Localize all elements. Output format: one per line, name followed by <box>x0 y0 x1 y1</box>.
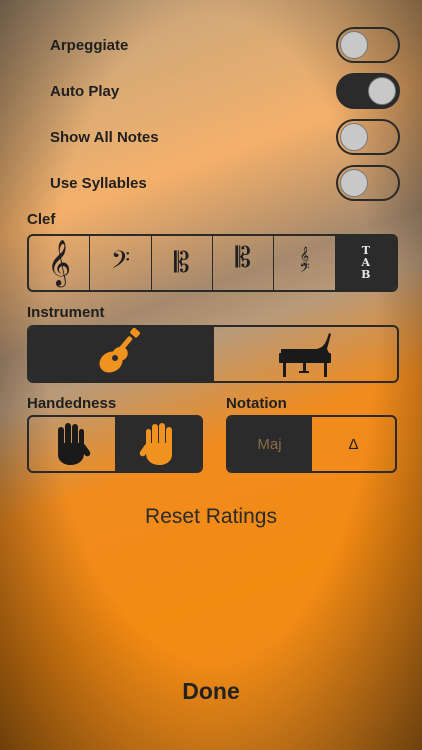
notation-label: Notation <box>226 395 287 412</box>
alto-clef-icon: 𝄡 <box>174 246 190 279</box>
notation-option-maj[interactable]: Maj <box>228 417 311 471</box>
handedness-option-right[interactable] <box>114 417 201 471</box>
toggle-row-use-syllables: Use Syllables <box>50 163 400 203</box>
grand-staff-icon: 𝄞 𝄢 <box>299 246 310 279</box>
toggle-row-show-all-notes: Show All Notes <box>50 117 400 157</box>
switch-knob <box>340 169 368 197</box>
delta-text: Δ <box>348 435 359 453</box>
done-button[interactable]: Done <box>0 678 422 705</box>
toggle-row-arpeggiate: Arpeggiate <box>50 25 400 65</box>
instrument-selector <box>27 325 399 383</box>
clef-label: Clef <box>27 211 56 228</box>
notation-selector: Maj Δ <box>226 415 397 473</box>
tenor-clef-icon: 𝄡 <box>235 241 251 274</box>
switch-knob <box>340 123 368 151</box>
tab-icon: T A B <box>361 245 370 281</box>
tab-letter-b: B <box>361 268 371 281</box>
use-syllables-switch[interactable] <box>336 165 400 201</box>
left-hand-icon <box>57 423 91 465</box>
handedness-label: Handedness <box>27 395 117 412</box>
piano-icon <box>279 333 332 377</box>
arpeggiate-label: Arpeggiate <box>50 36 129 54</box>
clef-option-bass[interactable]: 𝄢 <box>89 236 150 290</box>
use-syllables-label: Use Syllables <box>50 174 147 192</box>
instrument-label: Instrument <box>27 304 105 321</box>
handedness-selector <box>27 415 203 473</box>
clef-option-tab[interactable]: T A B <box>334 236 396 290</box>
reset-ratings-button[interactable]: Reset Ratings <box>0 505 422 529</box>
clef-option-grand-staff[interactable]: 𝄞 𝄢 <box>273 236 334 290</box>
auto-play-label: Auto Play <box>50 82 120 100</box>
toggle-row-auto-play: Auto Play <box>50 71 400 111</box>
switch-knob <box>368 77 396 105</box>
handedness-option-left[interactable] <box>29 417 115 471</box>
clef-selector: 𝄞 𝄢 𝄡 𝄡 𝄞 𝄢 T A B <box>27 234 398 292</box>
show-all-notes-label: Show All Notes <box>50 128 159 146</box>
treble-clef-icon: 𝄞 <box>47 240 71 286</box>
auto-play-switch[interactable] <box>336 73 400 109</box>
clef-option-tenor[interactable]: 𝄡 <box>211 236 273 290</box>
instrument-option-guitar[interactable] <box>29 327 213 381</box>
arpeggiate-switch[interactable] <box>336 27 400 63</box>
show-all-notes-switch[interactable] <box>336 119 400 155</box>
right-hand-icon <box>139 423 173 465</box>
instrument-option-piano[interactable] <box>212 327 398 381</box>
notation-option-delta[interactable]: Δ <box>311 417 395 471</box>
clef-option-treble[interactable]: 𝄞 <box>29 236 89 290</box>
bass-clef-icon: 𝄢 <box>110 245 131 281</box>
maj-text: Maj <box>257 435 282 453</box>
clef-option-alto[interactable]: 𝄡 <box>150 236 212 290</box>
guitar-icon <box>99 328 140 373</box>
switch-knob <box>340 31 368 59</box>
